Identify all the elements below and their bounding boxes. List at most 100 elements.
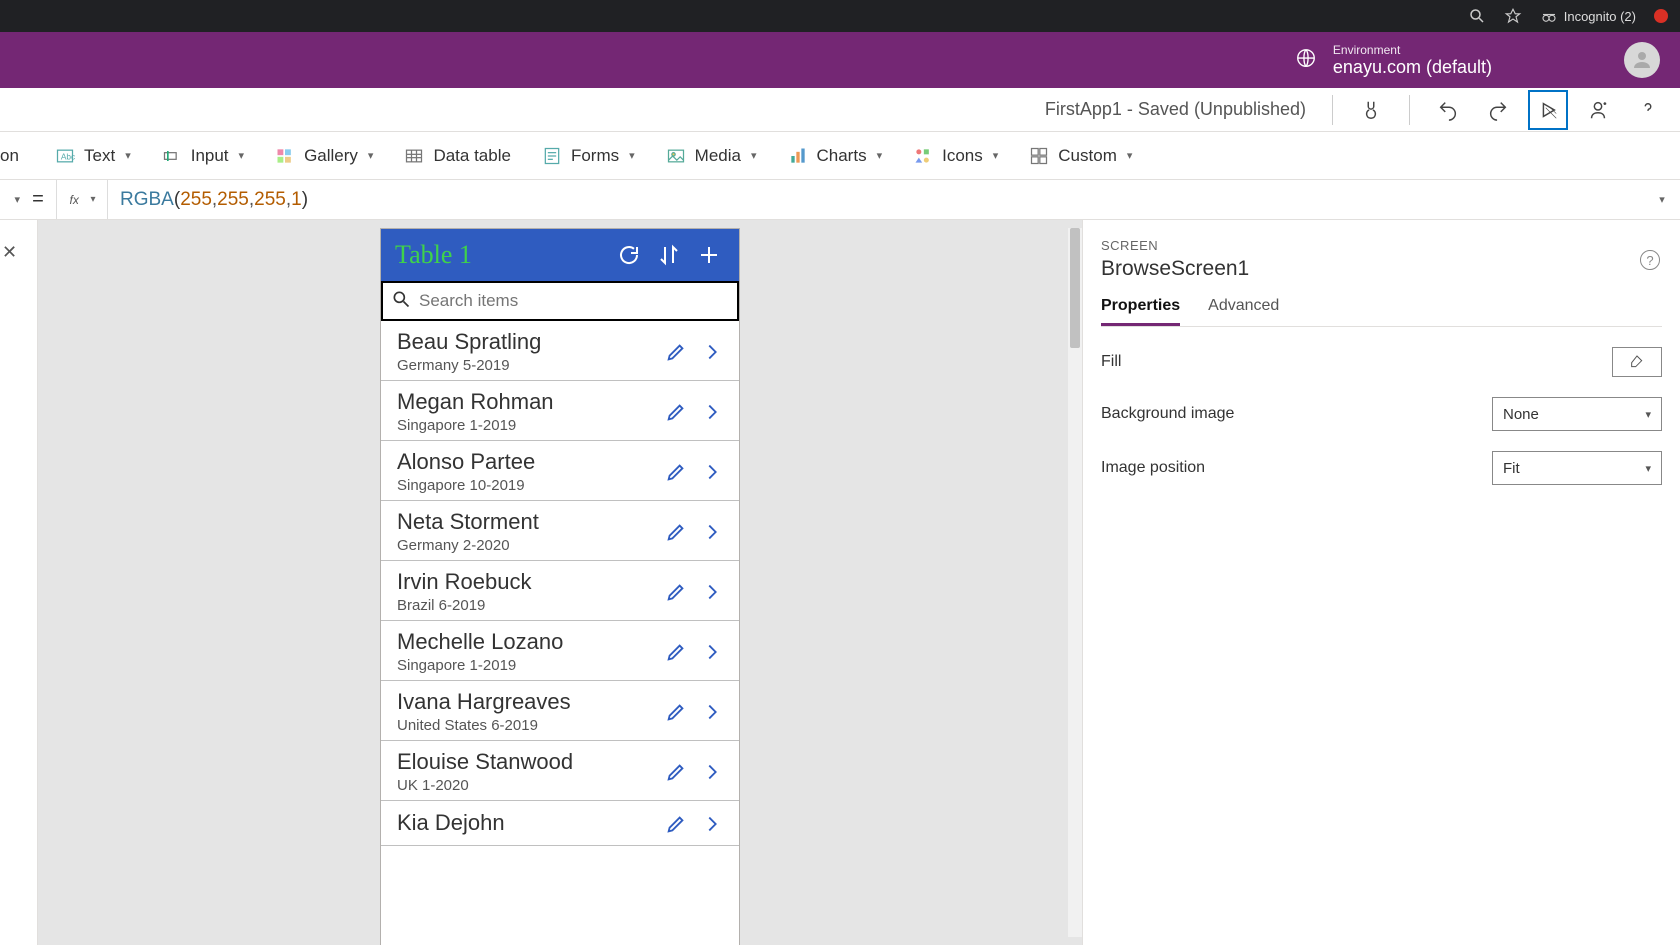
edit-icon[interactable] [661, 757, 691, 787]
chevron-right-icon[interactable] [697, 397, 727, 427]
help-button[interactable] [1628, 90, 1668, 130]
search-icon [391, 289, 411, 314]
chevron-right-icon[interactable] [697, 697, 727, 727]
panel-help-icon[interactable]: ? [1640, 250, 1660, 270]
list-item[interactable]: Irvin Roebuck Brazil 6-2019 [381, 561, 739, 621]
edit-icon[interactable] [661, 337, 691, 367]
prop-bgimage-label: Background image [1101, 405, 1492, 423]
app-title: FirstApp1 - Saved (Unpublished) [1045, 99, 1306, 120]
environment-bar: Environment enayu.com (default) [0, 32, 1680, 88]
app-screen-title: Table 1 [395, 240, 605, 270]
tree-view-pane: ✕ [0, 220, 38, 945]
chevron-right-icon[interactable] [697, 337, 727, 367]
formula-input[interactable]: RGBA(255, 255, 255, 1) [108, 180, 1644, 219]
insert-ribbon: on Abc Text▾ Input▾ Gallery▾ Data table … [0, 132, 1680, 180]
edit-icon[interactable] [661, 397, 691, 427]
prop-fill-label: Fill [1101, 353, 1612, 371]
forms-icon [541, 145, 563, 167]
image-position-select[interactable]: Fit ▾ [1492, 451, 1662, 485]
list-item[interactable]: Elouise Stanwood UK 1-2020 [381, 741, 739, 801]
equals-label: = [20, 188, 56, 211]
edit-icon[interactable] [661, 637, 691, 667]
canvas-scrollbar[interactable] [1068, 228, 1082, 937]
browser-close-icon[interactable] [1654, 9, 1668, 23]
edit-icon[interactable] [661, 697, 691, 727]
close-icon[interactable]: ✕ [2, 242, 17, 263]
search-input[interactable] [419, 291, 729, 311]
ribbon-item-partial[interactable]: on [0, 132, 24, 180]
ribbon-charts-button[interactable]: Charts▾ [787, 145, 883, 167]
list-item[interactable]: Neta Storment Germany 2-2020 [381, 501, 739, 561]
avatar[interactable] [1624, 42, 1660, 78]
add-icon[interactable] [693, 239, 725, 271]
incognito-icon [1540, 7, 1558, 25]
edit-icon[interactable] [661, 577, 691, 607]
list-item[interactable]: Alonso Partee Singapore 10-2019 [381, 441, 739, 501]
list-item[interactable]: Kia Dejohn [381, 801, 739, 846]
incognito-indicator[interactable]: Incognito (2) [1540, 7, 1636, 25]
tab-advanced[interactable]: Advanced [1208, 297, 1279, 326]
environment-label: Environment [1333, 43, 1492, 57]
browse-gallery[interactable]: Beau Spratling Germany 5-2019 Megan Rohm… [381, 321, 739, 945]
item-name: Megan Rohman [397, 389, 655, 415]
list-item[interactable]: Megan Rohman Singapore 1-2019 [381, 381, 739, 441]
ribbon-icons-button[interactable]: Icons▾ [912, 145, 998, 167]
item-name: Mechelle Lozano [397, 629, 655, 655]
preview-play-button[interactable] [1528, 90, 1568, 130]
fx-button[interactable]: fx ▾ [56, 180, 108, 219]
ribbon-custom-button[interactable]: Custom▾ [1028, 145, 1132, 167]
incognito-label: Incognito (2) [1564, 9, 1636, 24]
svg-text:Abc: Abc [61, 151, 75, 161]
property-dropdown[interactable]: ▾ [0, 180, 20, 220]
list-item[interactable]: Beau Spratling Germany 5-2019 [381, 321, 739, 381]
separator [1409, 95, 1410, 125]
charts-icon [787, 145, 809, 167]
chevron-right-icon[interactable] [697, 577, 727, 607]
item-name: Ivana Hargreaves [397, 689, 655, 715]
item-subtitle: Singapore 1-2019 [397, 657, 655, 674]
ribbon-input-button[interactable]: Input▾ [161, 145, 244, 167]
edit-icon[interactable] [661, 809, 691, 839]
formula-expand-button[interactable]: ▾ [1644, 193, 1680, 206]
share-button[interactable] [1578, 90, 1618, 130]
ribbon-gallery-button[interactable]: Gallery▾ [274, 145, 373, 167]
zoom-icon[interactable] [1468, 7, 1486, 25]
chevron-right-icon[interactable] [697, 757, 727, 787]
ribbon-datatable-button[interactable]: Data table [403, 145, 511, 167]
separator [1332, 95, 1333, 125]
refresh-icon[interactable] [613, 239, 645, 271]
redo-button[interactable] [1478, 90, 1518, 130]
screen-label: SCREEN [1101, 238, 1662, 253]
ribbon-forms-button[interactable]: Forms▾ [541, 145, 635, 167]
edit-icon[interactable] [661, 517, 691, 547]
environment-value: enayu.com (default) [1333, 57, 1492, 78]
chevron-right-icon[interactable] [697, 809, 727, 839]
star-icon[interactable] [1504, 7, 1522, 25]
item-subtitle: United States 6-2019 [397, 717, 655, 734]
bgimage-select[interactable]: None ▾ [1492, 397, 1662, 431]
item-name: Elouise Stanwood [397, 749, 655, 775]
edit-icon[interactable] [661, 457, 691, 487]
scroll-thumb[interactable] [1070, 228, 1080, 348]
tab-properties[interactable]: Properties [1101, 297, 1180, 326]
phone-preview: Table 1 Beau Spratling Germany 5-2019 Me… [380, 228, 740, 945]
chevron-right-icon[interactable] [697, 637, 727, 667]
list-item[interactable]: Mechelle Lozano Singapore 1-2019 [381, 621, 739, 681]
gallery-icon [274, 145, 296, 167]
fill-color-picker[interactable] [1612, 347, 1662, 377]
list-item[interactable]: Ivana Hargreaves United States 6-2019 [381, 681, 739, 741]
item-subtitle: Germany 5-2019 [397, 357, 655, 374]
app-checker-button[interactable] [1351, 90, 1391, 130]
browser-chrome: Incognito (2) [0, 0, 1680, 32]
ribbon-text-button[interactable]: Abc Text▾ [54, 145, 131, 167]
ribbon-media-button[interactable]: Media▾ [665, 145, 757, 167]
sort-icon[interactable] [653, 239, 685, 271]
properties-panel: SCREEN BrowseScreen1 ? Properties Advanc… [1082, 220, 1680, 945]
chevron-right-icon[interactable] [697, 457, 727, 487]
canvas[interactable]: Table 1 Beau Spratling Germany 5-2019 Me… [38, 220, 1082, 945]
input-icon [161, 145, 183, 167]
chevron-right-icon[interactable] [697, 517, 727, 547]
icons-icon [912, 145, 934, 167]
undo-button[interactable] [1428, 90, 1468, 130]
item-subtitle: Germany 2-2020 [397, 537, 655, 554]
